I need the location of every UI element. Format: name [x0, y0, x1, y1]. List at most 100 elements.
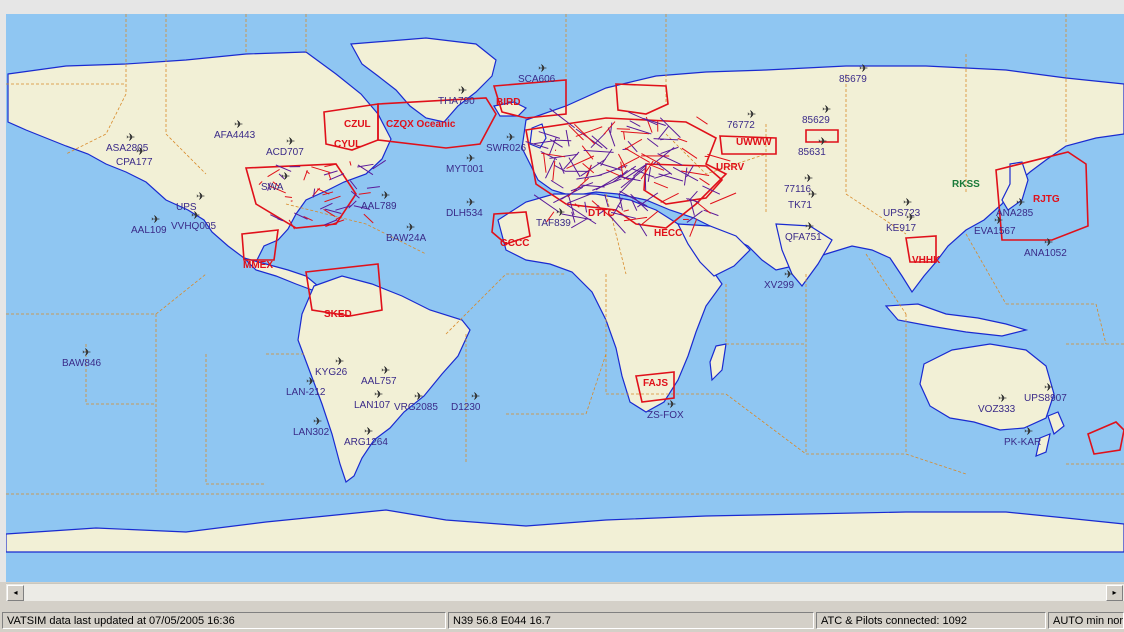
pilot-callsign[interactable]: PK-KAR [1004, 437, 1041, 448]
pilot-callsign[interactable]: SWA [261, 182, 284, 193]
pilot-callsign[interactable]: VVHQ005 [171, 221, 216, 232]
pilot-callsign[interactable]: ANA285 [996, 208, 1034, 219]
plane-icon[interactable]: ✈ [381, 365, 390, 377]
plane-icon[interactable]: ✈ [286, 136, 295, 148]
plane-icon[interactable]: ✈ [381, 190, 390, 202]
pilot-callsign[interactable]: AAL109 [131, 225, 167, 236]
plane-icon[interactable]: ✈ [82, 347, 91, 359]
atc-station-label[interactable]: VHHK [912, 255, 941, 266]
pilot-callsign[interactable]: ARG1264 [344, 437, 388, 448]
atc-station-label[interactable]: RKSS [952, 179, 980, 190]
map-viewport[interactable]: ASA2805 ✈ CPA177 ✈ AFA4443 ✈ ACD707 ✈ AAL109 ✈ VVH… [6, 14, 1124, 582]
atc-station-label[interactable]: GCCC [500, 238, 529, 249]
scroll-left-button[interactable]: ◂ [7, 585, 24, 601]
pilot-callsign[interactable]: AAL757 [361, 376, 397, 387]
pilot-callsign[interactable]: UPS [176, 202, 197, 213]
status-connected: ATC & Pilots connected: 1092 [816, 612, 1046, 629]
pilot-callsign[interactable]: KYG26 [315, 367, 348, 378]
pilot-callsign[interactable]: QFA751 [785, 232, 822, 243]
pilot-callsign[interactable]: D1230 [451, 402, 481, 413]
plane-icon[interactable]: ✈ [151, 214, 160, 226]
pilot-callsign[interactable]: KE917 [886, 223, 916, 234]
plane-icon[interactable]: ✈ [818, 136, 827, 148]
plane-icon[interactable]: ✈ [458, 85, 467, 97]
atc-station-label[interactable]: MMEX [243, 260, 273, 271]
plane-icon[interactable]: ✈ [471, 391, 480, 403]
pilot-callsign[interactable]: LAN107 [354, 400, 391, 411]
pilot-callsign[interactable]: THA790 [438, 96, 475, 107]
plane-icon[interactable]: ✈ [196, 191, 205, 203]
atc-station-label[interactable]: FAJS [643, 378, 668, 389]
pilot-callsign[interactable]: BAW846 [62, 358, 102, 369]
pilot-callsign[interactable]: LAN302 [293, 427, 330, 438]
pilot-callsign[interactable]: UPS8907 [1024, 393, 1067, 404]
plane-icon[interactable]: ✈ [234, 119, 243, 131]
pilot-callsign[interactable]: 85631 [798, 147, 826, 158]
plane-icon[interactable]: ✈ [1044, 382, 1053, 394]
plane-icon[interactable]: ✈ [1044, 237, 1053, 249]
plane-icon[interactable]: ✈ [784, 269, 793, 281]
atc-station-label[interactable]: CYUL [334, 139, 361, 150]
plane-icon[interactable]: ✈ [805, 221, 814, 233]
plane-icon[interactable]: ✈ [364, 426, 373, 438]
atc-station-label[interactable]: UWWW [736, 137, 772, 148]
pilot-callsign[interactable]: VRG2085 [394, 402, 438, 413]
pilot-callsign[interactable]: 85629 [802, 115, 830, 126]
plane-icon[interactable]: ✈ [466, 197, 475, 209]
atc-station-label[interactable]: HECC [654, 228, 682, 239]
plane-icon[interactable]: ✈ [804, 173, 813, 185]
pilot-callsign[interactable]: 76772 [727, 120, 755, 131]
pilot-callsign[interactable]: XV299 [764, 280, 794, 291]
plane-icon[interactable]: ✈ [556, 207, 565, 219]
plane-icon[interactable]: ✈ [466, 153, 475, 165]
atc-station-label[interactable]: RJTG [1033, 194, 1060, 205]
plane-icon[interactable]: ✈ [903, 197, 912, 209]
plane-icon[interactable]: ✈ [1016, 197, 1025, 209]
atc-station-label[interactable]: SKED [324, 309, 352, 320]
plane-icon[interactable]: ✈ [126, 132, 135, 144]
plane-icon[interactable]: ✈ [1024, 426, 1033, 438]
plane-icon[interactable]: ✈ [998, 393, 1007, 405]
pilot-callsign[interactable]: 85679 [839, 74, 867, 85]
pilot-callsign[interactable]: SCA606 [518, 74, 556, 85]
horizontal-scrollbar[interactable]: ◂ ▸ [6, 583, 1124, 601]
pilot-callsign[interactable]: BAW24A [386, 233, 427, 244]
pilot-callsign[interactable]: SWR026 [486, 143, 526, 154]
pilot-callsign[interactable]: ACD707 [266, 147, 304, 158]
atc-station-label[interactable]: BIRD [496, 97, 520, 108]
world-map[interactable]: ASA2805✈CPA177✈AFA4443✈ACD707✈AAL109✈VVH… [6, 14, 1124, 582]
plane-icon[interactable]: ✈ [374, 389, 383, 401]
plane-icon[interactable]: ✈ [906, 212, 915, 224]
plane-icon[interactable]: ✈ [414, 391, 423, 403]
plane-icon[interactable]: ✈ [406, 222, 415, 234]
pilot-callsign[interactable]: 77116 [784, 184, 812, 195]
scroll-right-button[interactable]: ▸ [1106, 585, 1123, 601]
pilot-callsign[interactable]: ZS-FOX [647, 410, 684, 421]
plane-icon[interactable]: ✈ [859, 63, 868, 75]
plane-icon[interactable]: ✈ [538, 63, 547, 75]
pilot-callsign[interactable]: EVA1567 [974, 226, 1016, 237]
pilot-callsign[interactable]: AFA4443 [214, 130, 256, 141]
plane-icon[interactable]: ✈ [136, 146, 145, 158]
plane-icon[interactable]: ✈ [667, 399, 676, 411]
pilot-callsign[interactable]: AAL789 [361, 201, 397, 212]
pilot-callsign[interactable]: MYT001 [446, 164, 484, 175]
atc-station-label[interactable]: URRV [716, 162, 744, 173]
atc-station-label[interactable]: DTTC [588, 208, 615, 219]
plane-icon[interactable]: ✈ [335, 356, 344, 368]
pilot-callsign[interactable]: CPA177 [116, 157, 153, 168]
plane-icon[interactable]: ✈ [281, 171, 290, 183]
plane-icon[interactable]: ✈ [306, 376, 315, 388]
pilot-callsign[interactable]: VOZ333 [978, 404, 1016, 415]
plane-icon[interactable]: ✈ [747, 109, 756, 121]
atc-station-label[interactable]: CZUL [344, 119, 371, 130]
pilot-callsign[interactable]: DLH534 [446, 208, 483, 219]
pilot-callsign[interactable]: TK71 [788, 200, 812, 211]
atc-station-label[interactable]: CZQX Oceanic [386, 119, 456, 130]
pilot-callsign[interactable]: LAN-212 [286, 387, 326, 398]
plane-icon[interactable]: ✈ [822, 104, 831, 116]
pilot-callsign[interactable]: TAF839 [536, 218, 571, 229]
plane-icon[interactable]: ✈ [506, 132, 515, 144]
pilot-callsign[interactable]: ANA1052 [1024, 248, 1067, 259]
plane-icon[interactable]: ✈ [313, 416, 322, 428]
